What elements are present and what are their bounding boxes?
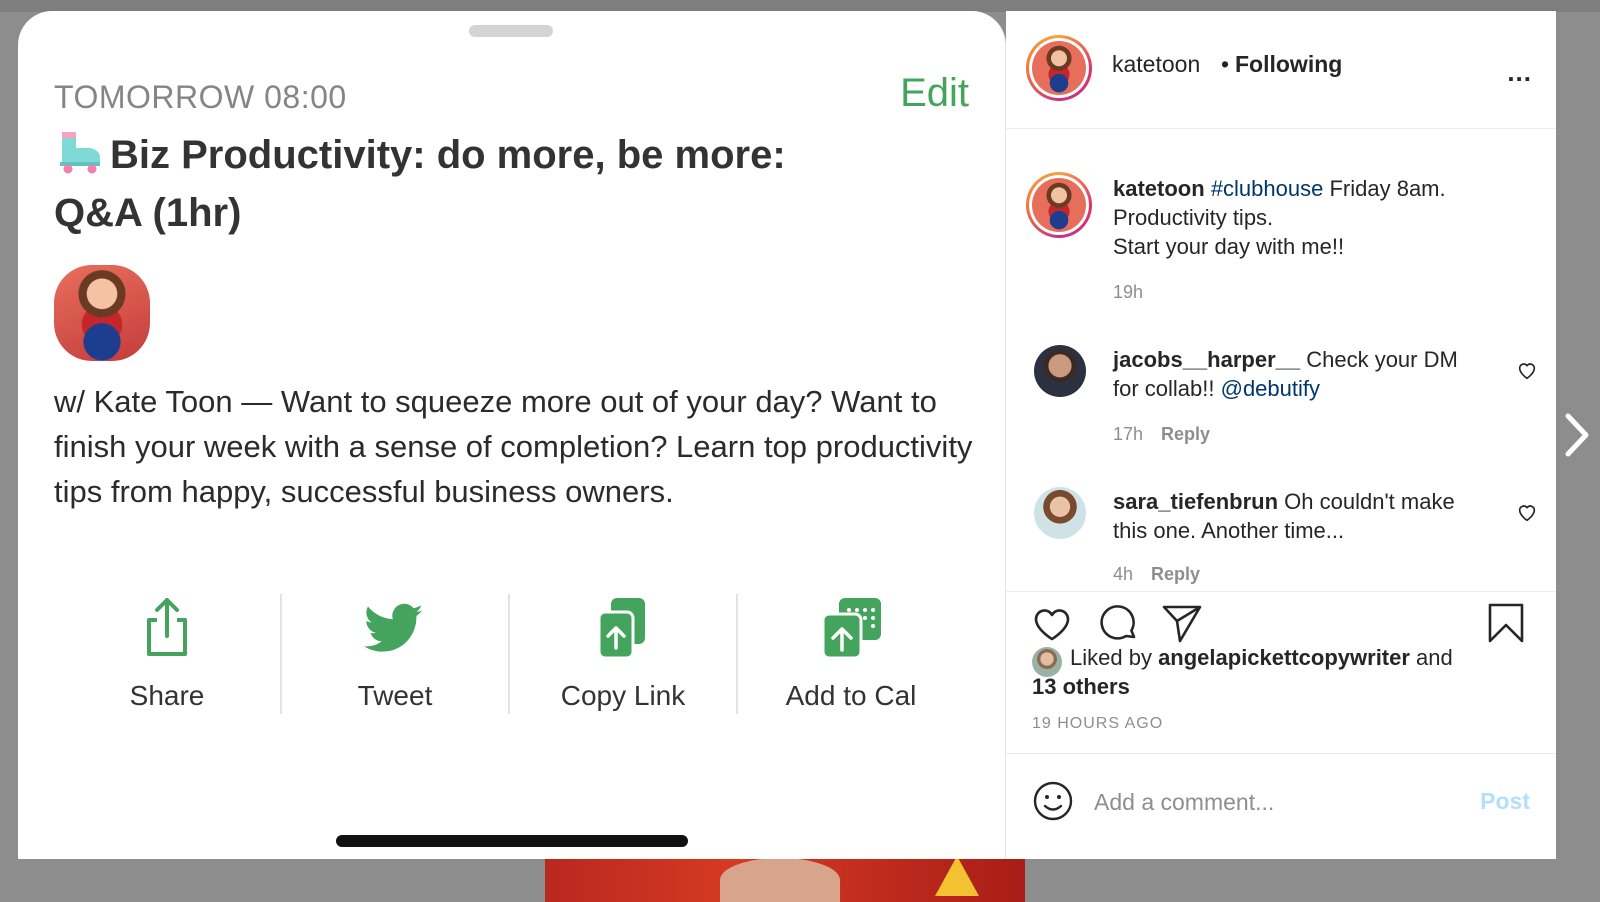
post-time-ago: 19 HOURS AGO: [1032, 715, 1164, 732]
comment-username[interactable]: jacobs__harper__: [1113, 347, 1300, 372]
likes-others-link[interactable]: 13 others: [1032, 674, 1130, 699]
roller-skate-icon: [60, 132, 100, 174]
comment-text: jacobs__harper__ Check your DM for colla…: [1113, 345, 1488, 403]
liker-avatar[interactable]: [1032, 647, 1062, 677]
comment-bubble-icon[interactable]: [1096, 601, 1140, 645]
background-figure: [720, 858, 840, 902]
comment-time: 17h: [1113, 424, 1144, 444]
twitter-icon: [364, 603, 423, 652]
comment-input[interactable]: [1094, 784, 1454, 820]
caption-line1: Friday 8am.: [1323, 176, 1446, 201]
separator-dot: •: [1221, 51, 1230, 77]
comment-meta: 4h Reply: [1113, 564, 1200, 585]
more-options-icon[interactable]: ...: [1507, 57, 1532, 88]
caption-timestamp: 19h: [1113, 282, 1144, 302]
share-icon: [147, 598, 187, 656]
event-title: Biz Productivity: do more, be more: Q&A …: [54, 126, 874, 242]
home-indicator: [336, 835, 688, 847]
share-label: Share: [129, 680, 205, 711]
commenter-avatar[interactable]: [1034, 487, 1086, 539]
commenter-avatar[interactable]: [1034, 345, 1086, 397]
caption-hashtag[interactable]: #clubhouse: [1211, 176, 1324, 201]
reply-button[interactable]: Reply: [1151, 564, 1200, 584]
copy-link-icon: [597, 598, 645, 660]
tweet-label: Tweet: [357, 680, 433, 711]
author-username[interactable]: katetoon: [1112, 51, 1200, 78]
copy-link-label: Copy Link: [560, 680, 686, 711]
host-avatar[interactable]: [54, 265, 150, 361]
likes-prefix: Liked by: [1070, 645, 1159, 670]
edit-button[interactable]: Edit: [900, 71, 969, 116]
caption-line3: Start your day with me!!: [1113, 234, 1345, 259]
post-comment-button[interactable]: Post: [1480, 788, 1530, 815]
caption-text: katetoon #clubhouse Friday 8am. Producti…: [1113, 174, 1533, 261]
like-heart-icon[interactable]: [1030, 601, 1074, 645]
share-send-icon[interactable]: [1160, 601, 1204, 645]
author-avatar[interactable]: [1026, 35, 1092, 101]
add-to-calendar-icon: [821, 598, 881, 660]
comment-mention[interactable]: @debutify: [1221, 376, 1320, 401]
comment-text: sara_tiefenbrun Oh couldn't make this on…: [1113, 487, 1488, 545]
like-comment-heart-icon[interactable]: [1516, 359, 1538, 381]
comment-composer: Post: [1006, 753, 1556, 859]
comment-username[interactable]: sara_tiefenbrun: [1113, 489, 1278, 514]
likes-middle: and: [1409, 645, 1453, 670]
add-to-cal-button[interactable]: Add to Cal: [738, 594, 964, 714]
share-button[interactable]: Share: [54, 594, 282, 714]
caption-username[interactable]: katetoon: [1113, 176, 1205, 201]
event-title-text: Biz Productivity: do more, be more: Q&A …: [54, 133, 786, 235]
event-description: w/ Kate Toon — Want to squeeze more out …: [54, 384, 973, 509]
background-star: [935, 856, 979, 896]
likes-summary: Liked by angelapickettcopywriter and 13 …: [1032, 643, 1532, 701]
clubhouse-event-card: TOMORROW 08:00 Edit Biz Productivity: do…: [18, 11, 1006, 859]
tweet-button[interactable]: Tweet: [282, 594, 510, 714]
event-actions: Share Tweet Copy Link Add to Cal: [54, 594, 964, 714]
instagram-post-panel: katetoon • Following ... katetoon #clubh…: [1006, 11, 1556, 859]
add-to-cal-label: Add to Cal: [785, 680, 917, 711]
following-button[interactable]: Following: [1235, 51, 1342, 78]
caption-line2: Productivity tips.: [1113, 205, 1274, 230]
save-bookmark-icon[interactable]: [1484, 601, 1528, 645]
reply-button[interactable]: Reply: [1161, 424, 1210, 444]
event-time: TOMORROW 08:00: [54, 79, 347, 115]
post-header: katetoon • Following ...: [1006, 11, 1556, 129]
caption-avatar[interactable]: [1026, 172, 1092, 238]
comment-time: 4h: [1113, 564, 1134, 584]
copy-link-button[interactable]: Copy Link: [510, 594, 738, 714]
comments-section[interactable]: katetoon #clubhouse Friday 8am. Producti…: [1006, 130, 1556, 592]
sheet-grabber[interactable]: [469, 25, 553, 37]
comment-meta: 17h Reply: [1113, 424, 1210, 445]
next-arrow-icon[interactable]: [1562, 410, 1592, 460]
like-comment-heart-icon[interactable]: [1516, 501, 1538, 523]
emoji-smiley-icon[interactable]: [1032, 780, 1074, 822]
liker-username[interactable]: angelapickettcopywriter: [1158, 645, 1410, 670]
